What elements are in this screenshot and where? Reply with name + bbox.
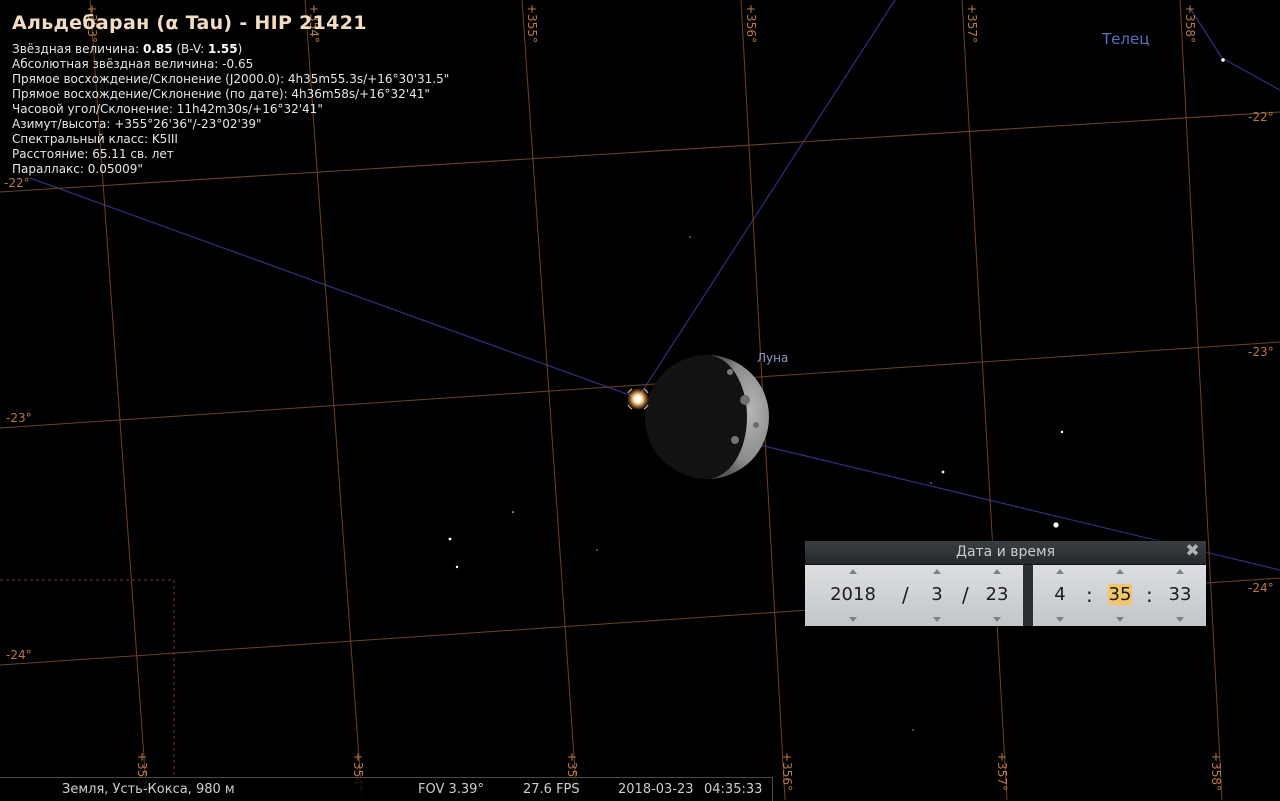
az-label-top: +355° <box>525 4 539 43</box>
arrow-down-icon[interactable] <box>933 617 941 622</box>
date-time-divider <box>1023 565 1033 626</box>
star[interactable] <box>448 537 452 541</box>
date-text: 2018-03-23 <box>618 782 694 797</box>
info-line: Абсолютная звёздная величина: -0.65 <box>12 57 254 71</box>
info-line: Прямое восхождение/Склонение (J2000.0): … <box>12 72 450 86</box>
object-info-panel: Альдебаран (α Tau) - HIP 21421 Звёздная … <box>12 12 449 177</box>
info-line: Часовой угол/Склонение: 11h42m30s/+16°32… <box>12 102 323 116</box>
fov-text: FOV 3.39° <box>418 782 484 797</box>
star[interactable] <box>689 236 691 238</box>
day-value[interactable]: 23 <box>980 583 1014 607</box>
hour-value[interactable]: 4 <box>1045 583 1075 607</box>
status-bar: Земля, Усть-Кокса, 980 м FOV 3.39° 27.6 … <box>0 777 773 801</box>
dialog-titlebar[interactable]: Дата и время ✖ <box>805 541 1206 565</box>
minute-selected-text[interactable]: 35 <box>1107 584 1133 605</box>
star[interactable] <box>930 482 932 484</box>
datetime-dialog: Дата и время ✖ 2018 / 3 / 23 4 : 35: 33 <box>805 541 1206 626</box>
az-label-bottom: +357° <box>995 752 1009 791</box>
star[interactable] <box>1221 58 1225 62</box>
fps-text: 27.6 FPS <box>523 782 580 797</box>
date-separator: / <box>902 583 909 607</box>
az-label-top: +356° <box>744 4 758 43</box>
alt-label: -24° <box>6 648 32 662</box>
star[interactable] <box>512 511 514 513</box>
alt-label: -23° <box>6 411 32 425</box>
minute-value[interactable]: 35 <box>1103 583 1137 607</box>
alt-label: -23° <box>1248 345 1274 359</box>
info-line: Параллакс: 0.05009" <box>12 162 143 176</box>
hour-spinbox[interactable]: 4 <box>1045 565 1075 626</box>
star[interactable] <box>455 565 459 569</box>
dialog-title: Дата и время <box>956 544 1055 560</box>
arrow-up-icon[interactable] <box>1176 569 1184 574</box>
constellation-label[interactable]: Телец <box>1102 30 1149 48</box>
az-label-bottom: +356° <box>780 752 794 791</box>
info-line: Расстояние: 65.11 св. лет <box>12 147 174 161</box>
year-spinbox[interactable]: 2018 <box>823 565 883 626</box>
moon[interactable] <box>645 355 769 479</box>
star[interactable] <box>912 729 914 731</box>
moon-label[interactable]: Луна <box>757 351 788 365</box>
object-title: Альдебаран (α Tau) - HIP 21421 <box>12 12 367 34</box>
alt-label: -24° <box>1248 581 1274 595</box>
arrow-up-icon[interactable] <box>933 569 941 574</box>
info-line: Азимут/высота: +355°26'36"/-23°02'39" <box>12 117 262 131</box>
minute-spinbox[interactable]: 35 <box>1103 565 1137 626</box>
info-line: Прямое восхождение/Склонение (по дате): … <box>12 87 430 101</box>
arrow-up-icon[interactable] <box>849 569 857 574</box>
location-text: Земля, Усть-Кокса, 980 м <box>62 782 235 797</box>
star[interactable] <box>1060 430 1064 434</box>
az-label-top: +357° <box>965 4 979 43</box>
arrow-up-icon[interactable] <box>993 569 1001 574</box>
day-spinbox[interactable]: 23 <box>980 565 1014 626</box>
time-separator: : <box>1146 583 1153 607</box>
month-value[interactable]: 3 <box>922 583 952 607</box>
arrow-down-icon[interactable] <box>1056 617 1064 622</box>
time-separator: : <box>1086 583 1093 607</box>
aldebaran-star[interactable] <box>627 388 649 410</box>
datetime-fields: 2018 / 3 / 23 4 : 35 : 33 <box>805 565 1206 626</box>
alt-label: -22° <box>1248 110 1274 124</box>
arrow-up-icon[interactable] <box>1056 569 1064 574</box>
arrow-down-icon[interactable] <box>1176 617 1184 622</box>
second-value[interactable]: 33 <box>1163 583 1197 607</box>
year-value[interactable]: 2018 <box>823 583 883 607</box>
star[interactable] <box>596 549 598 551</box>
second-spinbox[interactable]: 33 <box>1163 565 1197 626</box>
arrow-down-icon[interactable] <box>993 617 1001 622</box>
date-separator: / <box>962 583 969 607</box>
month-spinbox[interactable]: 3 <box>922 565 952 626</box>
time-text: 04:35:33 <box>704 782 763 797</box>
info-line: Спектральный класс: K5III <box>12 132 178 146</box>
arrow-down-icon[interactable] <box>849 617 857 622</box>
az-label-bottom: +358° <box>1209 752 1223 791</box>
az-label-top: +358° <box>1183 4 1197 43</box>
arrow-down-icon[interactable] <box>1116 617 1124 622</box>
star[interactable] <box>941 470 945 474</box>
close-icon[interactable]: ✖ <box>1184 543 1201 560</box>
star[interactable] <box>1053 522 1059 528</box>
alt-label: -22° <box>4 176 30 190</box>
magnitude-line: Звёздная величина: 0.85 (B-V: 1.55) <box>12 42 243 56</box>
arrow-up-icon[interactable] <box>1116 569 1124 574</box>
